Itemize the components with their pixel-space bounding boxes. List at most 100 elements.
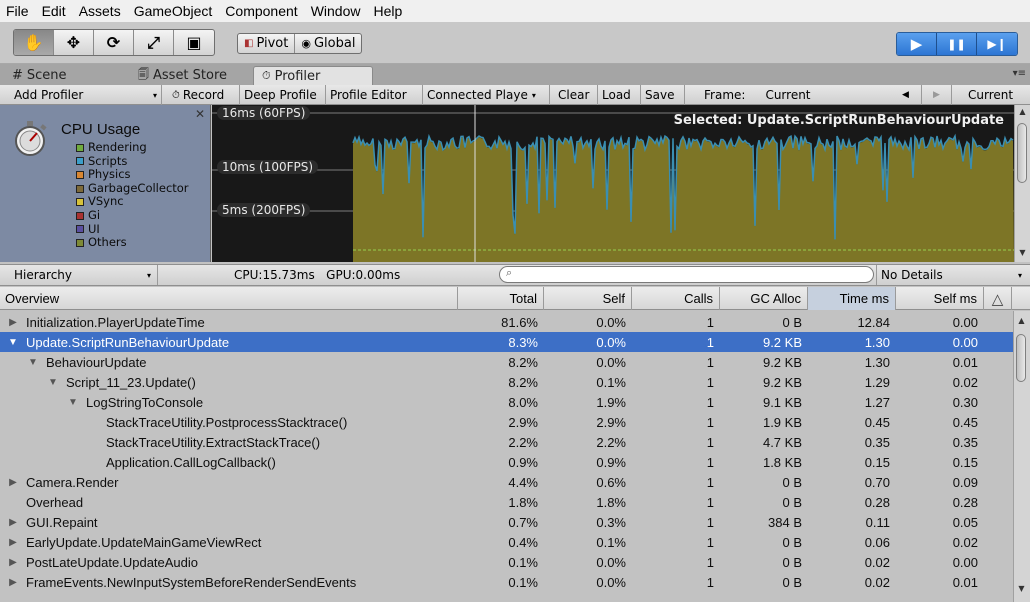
legend-swatch xyxy=(76,184,84,193)
current-frame-button[interactable]: Current xyxy=(964,85,1026,105)
legend-item[interactable]: Others xyxy=(76,236,189,250)
column-time-ms[interactable]: Time ms xyxy=(808,287,896,310)
table-row[interactable]: ▶ EarlyUpdate.UpdateMainGameViewRect 0.4% 0… xyxy=(0,532,1013,552)
row-gc-cell: 0 B xyxy=(782,474,802,490)
menu-file[interactable]: File xyxy=(6,3,29,19)
legend-item[interactable]: GarbageCollector xyxy=(76,181,189,196)
save-button[interactable]: Save xyxy=(641,85,685,105)
table-scrollbar[interactable]: ▲ ▼ xyxy=(1013,311,1030,602)
legend-item[interactable]: Gi xyxy=(76,208,189,223)
collapsed-arrow-icon[interactable]: ▶ xyxy=(6,317,20,328)
column-overview[interactable]: Overview xyxy=(0,287,458,310)
cpu-usage-legend[interactable]: CPU Usage ✕ Rendering Scripts Physics Garba… xyxy=(0,105,211,262)
table-row[interactable]: Overhead 1.8% 1.8% 1 0 B 0.28 0.28 xyxy=(0,492,1013,512)
hand-tool-button[interactable]: ✋ xyxy=(14,30,54,55)
legend-item[interactable]: VSync xyxy=(76,195,189,209)
legend-item[interactable]: Scripts xyxy=(76,153,189,169)
menu-edit[interactable]: Edit xyxy=(42,3,66,19)
table-row[interactable]: ▼ Script_11_23.Update() 8.2% 0.1% 1 9.2 KB 1.2… xyxy=(0,372,1013,392)
collapsed-arrow-icon[interactable]: ▶ xyxy=(6,537,20,548)
prev-frame-button[interactable]: ◀ xyxy=(890,85,922,105)
collapsed-arrow-icon[interactable]: ▶ xyxy=(6,477,20,488)
connected-player-dropdown[interactable]: Connected Playe ▾ xyxy=(423,85,550,105)
scroll-down-icon[interactable]: ▼ xyxy=(1015,248,1030,257)
record-toggle[interactable]: ⏱ Record xyxy=(168,85,240,105)
legend-swatch xyxy=(76,225,84,234)
table-row[interactable]: StackTraceUtility.PostprocessStacktrace(… xyxy=(0,412,1013,432)
table-row[interactable]: ▼ LogStringToConsole 8.0% 1.9% 1 9.1 KB 1.27 0.… xyxy=(0,392,1013,412)
table-row[interactable]: ▶ Initialization.PlayerUpdateTime 81.6% 0.0… xyxy=(0,312,1013,332)
details-dropdown[interactable]: No Details ▾ xyxy=(876,265,1026,285)
collapsed-arrow-icon[interactable]: ▶ xyxy=(6,557,20,568)
clear-button[interactable]: Clear xyxy=(554,85,598,105)
step-button[interactable]: ▶❙ xyxy=(977,33,1017,55)
legend-item[interactable]: Rendering xyxy=(76,140,189,155)
column-self-ms[interactable]: Self ms xyxy=(896,287,984,310)
move-tool-button[interactable]: ✥ xyxy=(54,30,94,55)
legend-item[interactable]: UI xyxy=(76,222,189,237)
rotate-icon: ⟳ xyxy=(106,33,121,52)
row-self-cell: 1.8% xyxy=(596,494,626,510)
scroll-up-icon[interactable]: ▲ xyxy=(1014,316,1029,325)
scroll-down-icon[interactable]: ▼ xyxy=(1014,584,1029,593)
legend-item[interactable]: Physics xyxy=(76,168,189,182)
menu-window[interactable]: Window xyxy=(311,3,361,19)
row-name-cell: ▼ LogStringToConsole xyxy=(66,392,203,412)
column-gc-alloc[interactable]: GC Alloc xyxy=(720,287,808,310)
table-row[interactable]: ▶ FrameEvents.NewInputSystemBeforeRenderS… xyxy=(0,572,1013,592)
table-row[interactable]: ▼ BehaviourUpdate 8.2% 0.0% 1 9.2 KB 1.30 0.01 xyxy=(0,352,1013,372)
expanded-arrow-icon[interactable]: ▼ xyxy=(46,377,60,388)
load-button[interactable]: Load xyxy=(598,85,641,105)
warning-column[interactable]: △ xyxy=(984,287,1012,310)
table-row[interactable]: ▶ PostLateUpdate.UpdateAudio 0.1% 0.0% 1 0 B 0… xyxy=(0,552,1013,572)
pause-button[interactable]: ❚❚ xyxy=(937,33,977,55)
rotate-tool-button[interactable]: ⟳ xyxy=(94,30,134,55)
tab-profiler[interactable]: ⏱ Profiler xyxy=(253,66,373,85)
row-calls-cell: 1 xyxy=(706,454,714,470)
tab-scene[interactable]: # Scene xyxy=(4,66,75,85)
rect-tool-button[interactable]: ▣ xyxy=(174,30,214,55)
tab-menu-icon[interactable]: ▾≡ xyxy=(1013,68,1026,79)
global-button[interactable]: ◉ Global xyxy=(295,34,361,53)
collapsed-arrow-icon[interactable]: ▶ xyxy=(6,517,20,528)
expanded-arrow-icon[interactable]: ▼ xyxy=(66,397,80,408)
menu-gameobject[interactable]: GameObject xyxy=(134,3,213,19)
next-frame-button[interactable]: ▶ xyxy=(922,85,952,105)
row-calls-cell: 1 xyxy=(706,414,714,430)
table-row[interactable]: Application.CallLogCallback() 0.9% 0.9% 1 1.… xyxy=(0,452,1013,472)
deep-profile-toggle[interactable]: Deep Profile xyxy=(240,85,326,105)
table-scroll-thumb[interactable] xyxy=(1016,334,1026,382)
graph-scrollbar[interactable]: ▲ ▼ xyxy=(1014,105,1030,262)
menu-help[interactable]: Help xyxy=(373,3,402,19)
menu-assets[interactable]: Assets xyxy=(79,3,121,19)
row-total-cell: 4.4% xyxy=(508,474,538,490)
table-row[interactable]: ▶ Camera.Render 4.4% 0.6% 1 0 B 0.70 0.09 xyxy=(0,472,1013,492)
tab-asset-store[interactable]: 🗐 Asset Store xyxy=(130,66,235,85)
add-profiler-dropdown[interactable]: Add Profiler ▾ xyxy=(0,85,162,105)
expanded-arrow-icon[interactable]: ▼ xyxy=(6,337,20,348)
column-total[interactable]: Total xyxy=(458,287,544,310)
scale-tool-button[interactable]: ⤢ xyxy=(134,30,174,55)
pivot-button[interactable]: ◧ Pivot xyxy=(238,34,296,53)
play-button[interactable]: ▶ xyxy=(897,33,937,55)
graph-scroll-thumb[interactable] xyxy=(1017,123,1027,183)
collapsed-arrow-icon[interactable]: ▶ xyxy=(6,577,20,588)
table-row[interactable]: ▶ GUI.Repaint 0.7% 0.3% 1 384 B 0.11 0.05 xyxy=(0,512,1013,532)
search-input[interactable]: ⌕ xyxy=(499,266,874,283)
row-name-cell: ▼ BehaviourUpdate xyxy=(26,352,146,372)
profile-editor-toggle[interactable]: Profile Editor xyxy=(326,85,423,105)
table-row[interactable]: ▼ Update.ScriptRunBehaviourUpdate 8.3% 0.0%… xyxy=(0,332,1013,352)
cpu-usage-graph[interactable]: 16ms (60FPS) 10ms (100FPS) 5ms (200FPS) … xyxy=(212,105,1014,262)
scroll-up-icon[interactable]: ▲ xyxy=(1015,107,1030,116)
table-row[interactable]: StackTraceUtility.ExtractStackTrace() 2.2… xyxy=(0,432,1013,452)
close-icon[interactable]: ✕ xyxy=(195,107,205,121)
legend-label: Scripts xyxy=(88,153,128,168)
row-selfms-cell: 0.01 xyxy=(952,574,978,590)
expanded-arrow-icon[interactable]: ▼ xyxy=(26,357,40,368)
row-time-cell: 0.35 xyxy=(864,434,890,450)
menu-component[interactable]: Component xyxy=(225,3,297,19)
column-calls[interactable]: Calls xyxy=(632,287,720,310)
column-self[interactable]: Self xyxy=(544,287,632,310)
view-mode-dropdown[interactable]: Hierarchy ▾ xyxy=(0,265,158,285)
row-total-cell: 0.4% xyxy=(508,534,538,550)
